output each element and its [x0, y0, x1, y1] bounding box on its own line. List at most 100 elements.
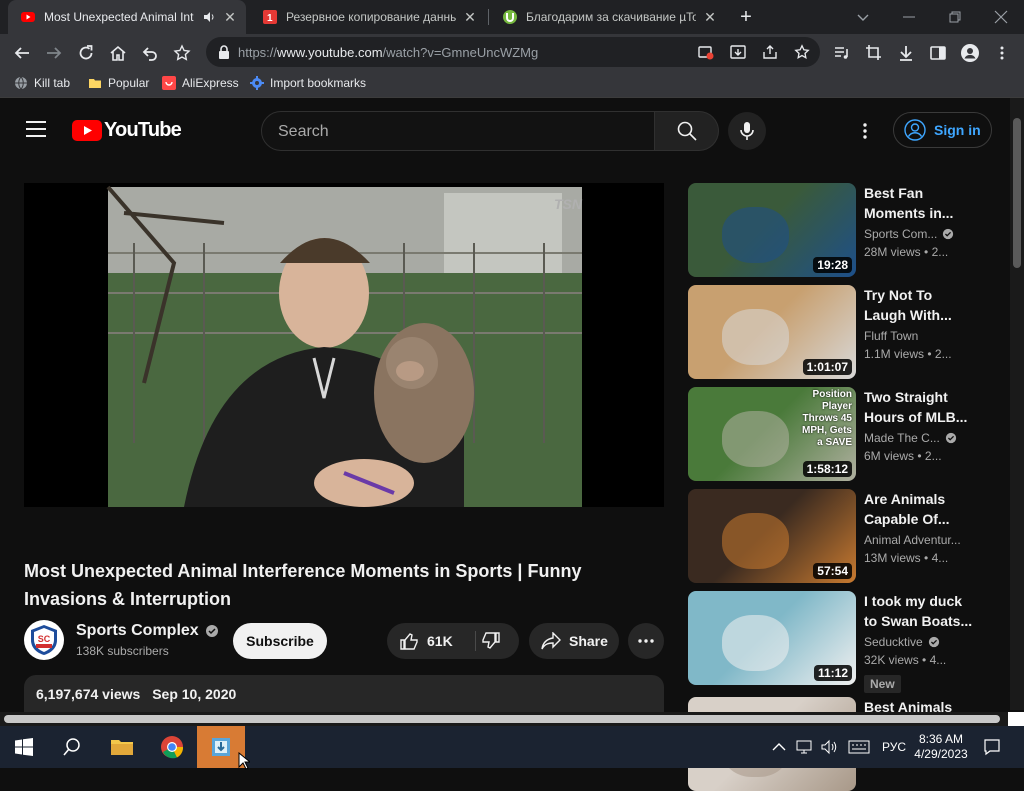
profile-icon[interactable] — [956, 39, 984, 67]
reload-icon[interactable] — [72, 39, 100, 67]
video-thumbnail[interactable]: 11:12 — [688, 591, 856, 685]
bookmark-aliexpress[interactable]: AliExpress — [162, 76, 239, 90]
install-app-icon[interactable] — [730, 44, 746, 60]
video-thumbnail[interactable]: 1:01:07 — [688, 285, 856, 379]
file-explorer-button[interactable] — [98, 726, 146, 768]
dislike-button[interactable] — [481, 631, 501, 651]
media-controls-icon[interactable] — [828, 39, 856, 67]
bookmark-import[interactable]: Import bookmarks — [250, 76, 366, 90]
crop-icon[interactable] — [860, 39, 888, 67]
duration-badge: 1:58:12 — [802, 461, 852, 477]
youtube-header: YouTube Search Sign in — [0, 98, 1010, 162]
blocked-popup-icon[interactable] — [698, 44, 714, 60]
bookmark-kill-tab[interactable]: Kill tab — [14, 76, 70, 90]
video-stats: 13M views • 4... — [864, 551, 949, 565]
lock-icon[interactable] — [218, 45, 230, 59]
taskbar-search-button[interactable] — [48, 726, 96, 768]
video-title[interactable]: Two Straight Hours of MLB... — [864, 387, 974, 427]
channel-avatar[interactable]: SC — [24, 620, 64, 660]
new-tab-icon[interactable]: + — [736, 7, 756, 27]
hamburger-menu-icon[interactable] — [26, 121, 46, 137]
channel-name[interactable]: Animal Adventur... — [864, 533, 961, 547]
recommended-video[interactable]: Position Player Throws 45 MPH, Gets a SAVE 1:… — [688, 387, 988, 481]
description-box[interactable]: 6,197,674 views Sep 10, 2020 — [24, 675, 664, 715]
chevron-up-icon[interactable] — [772, 742, 786, 752]
tab-youtube[interactable]: Most Unexpected Animal Int ✕ — [8, 0, 246, 34]
channel-name[interactable]: Seducktive — [864, 635, 940, 649]
restore-icon[interactable] — [946, 8, 964, 26]
recommended-video[interactable]: 19:28 Best Fan Moments in... Sports Com... 2… — [688, 183, 988, 277]
close-tab-icon[interactable]: ✕ — [702, 9, 718, 25]
start-button[interactable] — [0, 726, 48, 768]
notifications-button[interactable] — [976, 726, 1008, 768]
taskbar: РУС 8:36 AM 4/29/2023 — [0, 726, 1024, 770]
forward-icon[interactable] — [40, 39, 68, 67]
video-thumbnail[interactable]: 19:28 — [688, 183, 856, 277]
channel-name-link[interactable]: Sports Complex — [76, 622, 219, 640]
side-panel-icon[interactable] — [924, 39, 952, 67]
menu-dots-icon[interactable] — [988, 39, 1016, 67]
video-thumbnail[interactable]: Position Player Throws 45 MPH, Gets a SAVE 1:… — [688, 387, 856, 481]
channel-name[interactable]: Sports Com... — [864, 227, 954, 241]
subscribe-button[interactable]: Subscribe — [233, 623, 327, 659]
close-tab-icon[interactable]: ✕ — [222, 9, 238, 25]
horizontal-scrollbar[interactable] — [0, 712, 1010, 726]
voice-search-button[interactable] — [728, 112, 766, 150]
tab-search-icon[interactable] — [854, 8, 872, 26]
close-window-icon[interactable] — [992, 8, 1010, 26]
search-input[interactable]: Search — [261, 111, 655, 151]
recommended-video[interactable]: 11:12 I took my duck to Swan Boats... Seduc… — [688, 591, 988, 693]
keyboard-icon[interactable] — [848, 740, 870, 754]
video-title[interactable]: Are Animals Capable Of... — [864, 489, 974, 529]
chrome-taskbar-button[interactable] — [148, 726, 196, 768]
download-icon[interactable] — [892, 39, 920, 67]
view-count: 6,197,674 views — [36, 686, 141, 702]
undo-icon[interactable] — [136, 39, 164, 67]
share-page-icon[interactable] — [762, 44, 778, 60]
channel-name[interactable]: Fluff Town — [864, 329, 918, 343]
close-tab-icon[interactable]: ✕ — [462, 9, 478, 25]
video-thumbnail[interactable]: 57:54 — [688, 489, 856, 583]
tab-separator — [488, 9, 489, 25]
volume-icon[interactable] — [820, 739, 838, 755]
video-stats: 6M views • 2... — [864, 449, 942, 463]
home-icon[interactable] — [104, 39, 132, 67]
duration-badge: 57:54 — [813, 563, 852, 579]
back-icon[interactable] — [8, 39, 36, 67]
network-icon[interactable] — [796, 739, 814, 755]
video-title[interactable]: I took my duck to Swan Boats... — [864, 591, 974, 631]
youtube-logo[interactable]: YouTube — [72, 119, 182, 142]
channel-name[interactable]: Made The C... — [864, 431, 957, 445]
video-title[interactable]: Best Fan Moments in... — [864, 183, 974, 223]
address-bar[interactable]: https://www.youtube.com/watch?v=GmneUncW… — [206, 37, 820, 67]
recommended-video[interactable]: 57:54 Are Animals Capable Of... Animal Adve… — [688, 489, 988, 583]
bookmark-star-icon[interactable] — [168, 39, 196, 67]
video-player[interactable]: TSN — [24, 183, 664, 507]
folder-icon — [111, 740, 133, 755]
speaker-icon[interactable] — [202, 10, 216, 24]
tab-title: Благодарим за скачивание µTor — [526, 10, 696, 24]
bookmark-page-icon[interactable] — [794, 44, 810, 60]
microphone-icon — [740, 122, 754, 140]
svg-text:SC: SC — [38, 634, 51, 644]
recommended-video[interactable]: 1:01:07 Try Not To Laugh With... Fluff Town… — [688, 285, 988, 379]
bookmark-popular[interactable]: Popular — [88, 76, 149, 90]
settings-dots-icon[interactable] — [857, 122, 873, 140]
minimize-icon[interactable] — [900, 8, 918, 26]
video-title[interactable]: Try Not To Laugh With... — [864, 285, 974, 325]
share-button[interactable]: Share — [529, 623, 619, 659]
tab-backup[interactable]: 1 Резервное копирование данны ✕ — [250, 0, 486, 34]
youtube-favicon-icon — [21, 12, 35, 22]
search-button[interactable] — [655, 111, 719, 151]
sign-in-button[interactable]: Sign in — [893, 112, 992, 148]
vertical-scrollbar[interactable] — [1010, 98, 1024, 710]
tab-utorrent[interactable]: Благодарим за скачивание µTor ✕ — [490, 0, 726, 34]
more-actions-button[interactable] — [628, 623, 664, 659]
clock-date: 4/29/2023 — [914, 747, 968, 761]
like-button[interactable]: 61K — [399, 631, 453, 651]
clock[interactable]: 8:36 AM 4/29/2023 — [908, 726, 974, 768]
like-dislike-group: 61K — [387, 623, 519, 659]
vertical-scroll-thumb[interactable] — [1013, 118, 1021, 268]
language-indicator[interactable]: РУС — [882, 740, 906, 754]
horizontal-scroll-thumb[interactable] — [4, 715, 1000, 723]
